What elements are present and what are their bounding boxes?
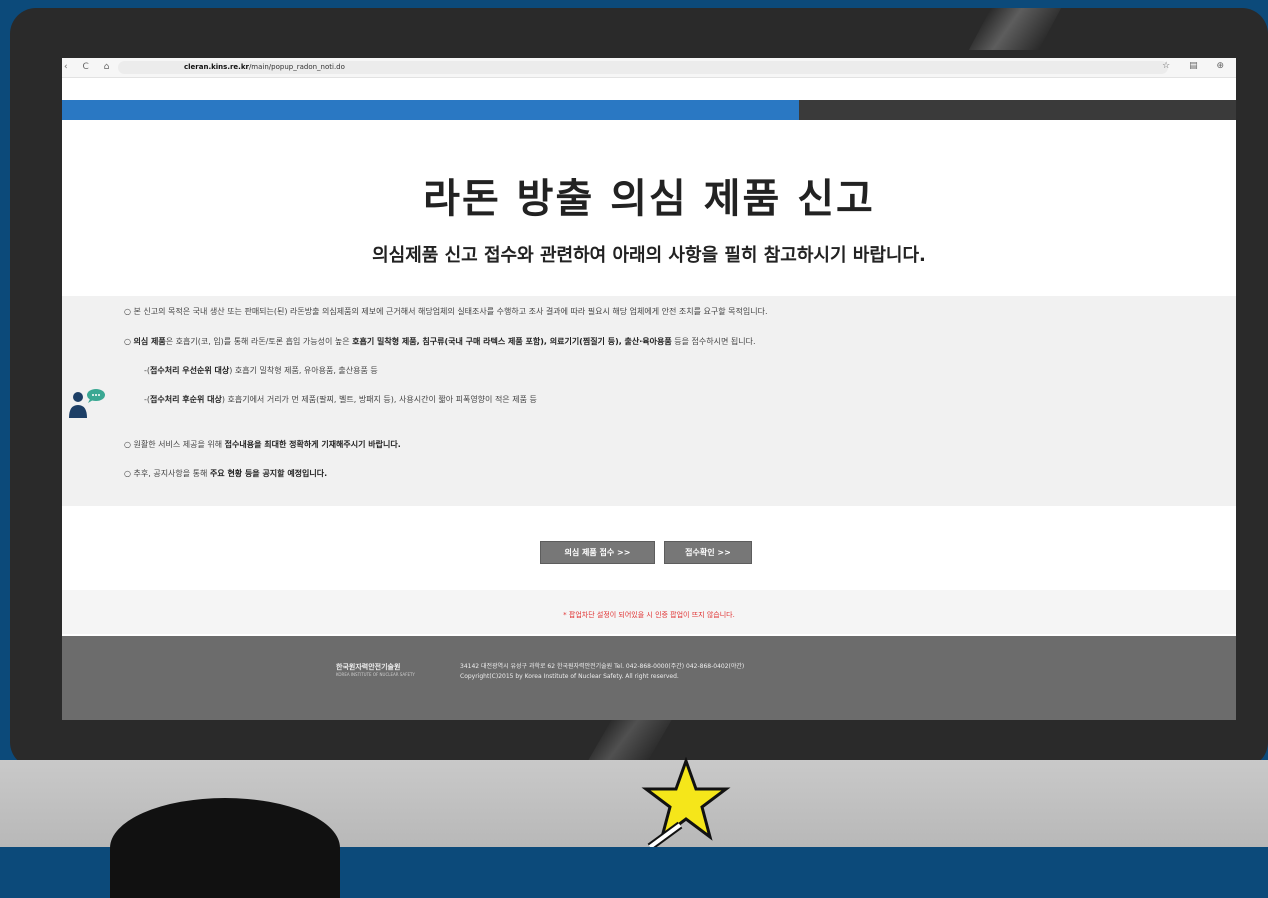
page-title: 라돈 방출 의심 제품 신고 [423,176,875,222]
counselor-chat-icon [69,389,105,418]
monitor-frame: ‹ C ⌂ cleran.kins.re.kr/main/popup_radon… [10,8,1268,768]
notice-accuracy: ○ 원활한 서비스 제공을 위해 접수내용을 최대한 정확하게 기재해주시기 바… [124,440,401,449]
check-receipt-button[interactable]: 접수확인 >> [664,541,752,564]
footer-copyright: Copyright(C)2015 by Korea Institute of N… [460,673,679,680]
browser-nav-icons[interactable]: ‹ C ⌂ [64,62,115,72]
progress-bar-fill [62,100,800,120]
browser-toolbar: ‹ C ⌂ cleran.kins.re.kr/main/popup_radon… [62,58,1236,78]
browser-screen: ‹ C ⌂ cleran.kins.re.kr/main/popup_radon… [62,58,1236,720]
notice-box: ○ 본 신고의 목적은 국내 생산 또는 판매되는(된) 라돈방출 의심제품의 … [62,296,1236,506]
footer: 한국원자력안전기술원 KOREA INSTITUTE OF NUCLEAR SA… [62,636,1236,720]
browser-action-icons[interactable]: ☆ ▤ ⊕ [1162,61,1232,71]
notice-low-priority-targets: -(접수처리 후순위 대상) 호흡기에서 거리가 먼 제품(팔찌, 벨트, 방패… [144,395,537,404]
notice-announcement: ○ 추후, 공지사항을 통해 주요 현황 등을 공지할 예정입니다. [124,469,328,478]
page-subtitle: 의심제품 신고 접수와 관련하여 아래의 사항을 필히 참고하시기 바랍니다. [372,245,926,266]
notice-priority-targets: -(접수처리 우선순위 대상) 호흡기 밀착형 제품, 유아용품, 출산용품 등 [144,366,378,375]
magic-wand-star-icon [641,757,731,847]
notice-purpose: ○ 본 신고의 목적은 국내 생산 또는 판매되는(된) 라돈방출 의심제품의 … [124,307,768,316]
kins-logo: 한국원자력안전기술원 KOREA INSTITUTE OF NUCLEAR SA… [336,663,415,677]
silhouette-decoration [110,798,340,898]
footer-address: 34142 대전광역시 유성구 과학로 62 한국원자력안전기술원 Tel. 0… [460,663,745,670]
warning-area: * 팝업차단 설정이 되어있을 시 인증 팝업이 뜨지 않습니다. [62,590,1236,634]
address-bar[interactable]: cleran.kins.re.kr/main/popup_radon_noti.… [118,61,1168,74]
footer-info: 34142 대전광역시 유성구 과학로 62 한국원자력안전기술원 Tel. 0… [460,662,744,682]
popup-block-warning: * 팝업차단 설정이 되어있을 시 인증 팝업이 뜨지 않습니다. [563,611,735,619]
address-url: cleran.kins.re.kr/main/popup_radon_noti.… [184,63,345,71]
report-suspect-product-button[interactable]: 의심 제품 접수 >> [540,541,655,564]
monitor-glare [968,8,1062,50]
notice-suspect-products: ○ 의심 제품은 호흡기(코, 입)를 통해 라돈/토론 흡입 가능성이 높은 … [124,337,756,346]
progress-bar [62,100,1236,120]
